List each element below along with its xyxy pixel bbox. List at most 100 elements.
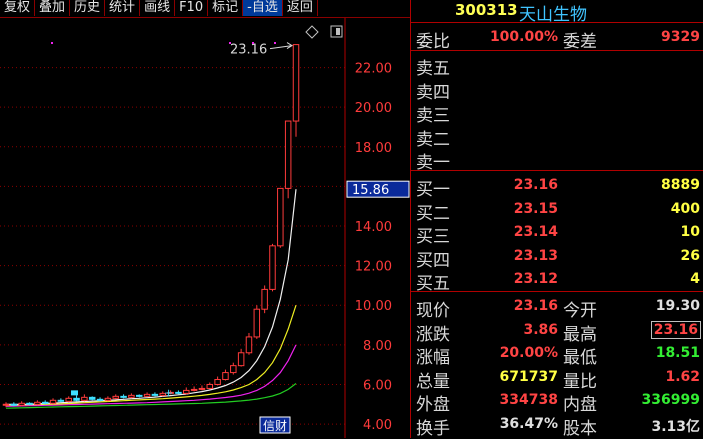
candle-body (261, 288, 268, 310)
buy-level-volume: 8889 (661, 177, 700, 193)
candle-body (96, 398, 104, 401)
y-tick-label: 18.00 (355, 141, 392, 156)
buy-level-label: 买二 (416, 203, 450, 224)
candle-body (112, 395, 119, 399)
weicha-value: 9329 (661, 29, 700, 45)
buy-level-volume: 4 (690, 271, 700, 287)
stat-row: 现价 23.16 今开 19.30 (411, 295, 703, 321)
divider (411, 50, 703, 51)
stat-value: 1.62 (665, 368, 700, 385)
event-dot (274, 42, 276, 44)
sell-level-label: 卖五 (416, 59, 450, 79)
stat-label: 股本 (563, 418, 597, 439)
stat-row: 换手 36.47% 股本 3.13亿 (411, 413, 703, 439)
candle-body (49, 399, 57, 404)
buy-level-label: 买三 (416, 227, 450, 247)
kline-chart[interactable]: 22.0020.0018.0016.0014.0012.0010.008.006… (0, 18, 410, 438)
y-tick-label: 6.00 (363, 378, 392, 393)
sell-level-label: 卖二 (416, 129, 450, 150)
buy-level-volume: 10 (680, 224, 700, 240)
candle-body (2, 403, 10, 406)
weicha-label: 委差 (563, 32, 597, 52)
stat-label: 最高 (563, 324, 597, 345)
candle-body (81, 396, 88, 401)
candle-body (143, 393, 151, 397)
stat-value: 334738 (499, 392, 558, 408)
toolbar-restore-rights-button[interactable]: 复权 (0, 0, 36, 16)
toolbar-f10-button[interactable]: F10 (175, 0, 209, 16)
stat-label: 换手 (416, 418, 450, 439)
candle-body (10, 403, 18, 406)
stat-value: 18.51 (655, 345, 700, 361)
weibi-label: 委比 (416, 32, 450, 52)
candle-body (214, 379, 221, 385)
buy-level-label: 买一 (416, 180, 450, 200)
event-dot (229, 42, 231, 44)
sell-level-row: 卖二 (411, 124, 703, 150)
toolbar-watchlist-button[interactable]: -自选 (243, 0, 283, 16)
stat-value: 23.16 (513, 298, 558, 314)
y-tick-label: 10.00 (355, 299, 392, 314)
stat-value: 671737 (499, 368, 558, 385)
candle-body (190, 388, 198, 391)
event-dot (51, 42, 53, 44)
stat-row: 涨跌 3.86 最高 23.16 (411, 319, 703, 345)
toolbar-statistics-button[interactable]: 统计 (105, 0, 141, 16)
info-marker-label: 信财 (263, 419, 287, 433)
buy-level-price: 23.13 (513, 247, 558, 264)
toolbar-mark-button[interactable]: 标记 (208, 0, 244, 16)
quote-panel: 300313 天山生物 委比 100.00% 委差 9329 卖五 卖四 卖三 卖二卖… (411, 0, 703, 439)
stat-label: 量比 (563, 371, 597, 392)
buy-level-row: 买二 23.15 400 (411, 198, 703, 224)
sell-level-label: 卖三 (416, 106, 450, 126)
stock-code: 300313 (455, 1, 518, 19)
current-price-label: 15.86 (352, 183, 389, 198)
divider (411, 170, 703, 171)
buy-level-volume: 26 (680, 247, 700, 264)
stat-label: 涨幅 (416, 348, 450, 368)
plus-marker: + (164, 386, 173, 399)
candle-body (237, 352, 245, 367)
toolbar-history-button[interactable]: 历史 (70, 0, 106, 16)
toolbar-back-button[interactable]: 返回 (283, 0, 318, 16)
candle-body (206, 383, 214, 389)
candle-body (41, 401, 49, 404)
panel-toggle-icon-fill (336, 28, 340, 35)
stat-label: 涨跌 (416, 324, 450, 345)
candle-body (73, 397, 80, 401)
event-marker (71, 390, 78, 396)
stat-label: 今开 (563, 301, 597, 321)
sell-level-row: 卖三 (411, 100, 703, 126)
y-tick-label: 4.00 (363, 418, 392, 433)
candle-body (277, 187, 284, 247)
candle-body (245, 336, 253, 354)
weibi-value: 100.00% (489, 29, 558, 45)
candle-body (151, 393, 159, 396)
buy-level-label: 买四 (416, 250, 450, 271)
stat-value: 23.16 (650, 320, 702, 339)
candle-body (128, 394, 135, 398)
buy-level-price: 23.12 (513, 271, 558, 287)
y-tick-label: 20.00 (355, 101, 392, 116)
sell-level-label: 卖四 (416, 82, 450, 103)
stat-value: 336999 (641, 392, 700, 408)
candle-body (230, 365, 237, 374)
toolbar-overlay-button[interactable]: 叠加 (35, 0, 71, 16)
buy-level-price: 23.16 (513, 177, 558, 193)
stat-row: 总量 671737 量比 1.62 (411, 366, 703, 392)
y-tick-label: 8.00 (363, 339, 392, 354)
max-price-arrow (269, 42, 293, 50)
stat-label: 现价 (416, 301, 450, 321)
buy-level-row: 买一 23.16 8889 (411, 174, 703, 200)
stat-value: 3.86 (523, 321, 558, 338)
weibi-row: 委比 100.00% 委差 9329 (411, 26, 703, 52)
candle-body (57, 399, 65, 402)
stat-label: 外盘 (416, 395, 450, 415)
candle-body (120, 395, 127, 398)
stat-row: 涨幅 20.00% 最低 18.51 (411, 342, 703, 368)
toolbar-draw-line-button[interactable]: 画线 (140, 0, 176, 16)
candle-body (65, 397, 72, 402)
stat-label: 最低 (563, 348, 597, 368)
candle-body (284, 120, 292, 189)
candle-body (136, 394, 143, 397)
